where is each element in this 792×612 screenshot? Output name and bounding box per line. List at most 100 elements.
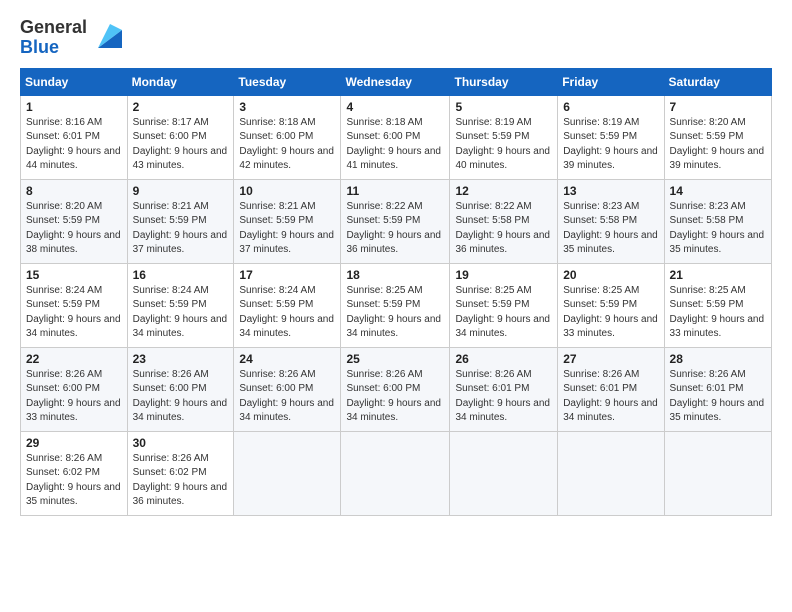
day-number: 9 bbox=[133, 184, 229, 198]
day-number: 2 bbox=[133, 100, 229, 114]
weekday-header-saturday: Saturday bbox=[664, 68, 771, 95]
day-number: 20 bbox=[563, 268, 658, 282]
day-info: Sunrise: 8:18 AMSunset: 6:00 PMDaylight:… bbox=[346, 117, 441, 172]
day-number: 3 bbox=[239, 100, 335, 114]
day-number: 19 bbox=[455, 268, 552, 282]
day-number: 6 bbox=[563, 100, 658, 114]
calendar-cell: 1 Sunrise: 8:16 AMSunset: 6:01 PMDaylight… bbox=[21, 95, 128, 179]
day-info: Sunrise: 8:17 AMSunset: 6:00 PMDaylight:… bbox=[133, 117, 228, 172]
logo-blue: Blue bbox=[20, 38, 87, 58]
day-info: Sunrise: 8:20 AMSunset: 5:59 PMDaylight:… bbox=[670, 117, 765, 172]
day-info: Sunrise: 8:26 AMSunset: 6:01 PMDaylight:… bbox=[563, 369, 658, 424]
day-info: Sunrise: 8:19 AMSunset: 5:59 PMDaylight:… bbox=[455, 117, 550, 172]
logo: General Blue bbox=[20, 18, 122, 58]
calendar-week-row: 22 Sunrise: 8:26 AMSunset: 6:00 PMDayligh… bbox=[21, 347, 772, 431]
header: General Blue bbox=[20, 18, 772, 58]
calendar-cell: 8 Sunrise: 8:20 AMSunset: 5:59 PMDaylight… bbox=[21, 179, 128, 263]
day-info: Sunrise: 8:22 AMSunset: 5:59 PMDaylight:… bbox=[346, 201, 441, 256]
day-info: Sunrise: 8:26 AMSunset: 6:01 PMDaylight:… bbox=[670, 369, 765, 424]
day-number: 14 bbox=[670, 184, 766, 198]
calendar-table: SundayMondayTuesdayWednesdayThursdayFrid… bbox=[20, 68, 772, 516]
day-info: Sunrise: 8:19 AMSunset: 5:59 PMDaylight:… bbox=[563, 117, 658, 172]
day-number: 22 bbox=[26, 352, 122, 366]
calendar-week-row: 29 Sunrise: 8:26 AMSunset: 6:02 PMDayligh… bbox=[21, 431, 772, 515]
day-number: 8 bbox=[26, 184, 122, 198]
day-number: 26 bbox=[455, 352, 552, 366]
calendar-cell: 6 Sunrise: 8:19 AMSunset: 5:59 PMDaylight… bbox=[558, 95, 664, 179]
calendar-week-row: 8 Sunrise: 8:20 AMSunset: 5:59 PMDaylight… bbox=[21, 179, 772, 263]
calendar-cell: 28 Sunrise: 8:26 AMSunset: 6:01 PMDayligh… bbox=[664, 347, 771, 431]
weekday-header-sunday: Sunday bbox=[21, 68, 128, 95]
weekday-header-friday: Friday bbox=[558, 68, 664, 95]
weekday-header-thursday: Thursday bbox=[450, 68, 558, 95]
calendar-cell bbox=[234, 431, 341, 515]
day-number: 24 bbox=[239, 352, 335, 366]
day-info: Sunrise: 8:23 AMSunset: 5:58 PMDaylight:… bbox=[670, 201, 765, 256]
calendar-cell: 10 Sunrise: 8:21 AMSunset: 5:59 PMDayligh… bbox=[234, 179, 341, 263]
day-info: Sunrise: 8:26 AMSunset: 6:01 PMDaylight:… bbox=[455, 369, 550, 424]
day-number: 25 bbox=[346, 352, 444, 366]
day-number: 23 bbox=[133, 352, 229, 366]
day-number: 13 bbox=[563, 184, 658, 198]
weekday-header-tuesday: Tuesday bbox=[234, 68, 341, 95]
calendar-cell: 23 Sunrise: 8:26 AMSunset: 6:00 PMDayligh… bbox=[127, 347, 234, 431]
calendar-week-row: 15Sunrise: 8:24 AMSunset: 5:59 PMDayligh… bbox=[21, 263, 772, 347]
calendar-cell: 19 Sunrise: 8:25 AMSunset: 5:59 PMDayligh… bbox=[450, 263, 558, 347]
day-info: Sunrise: 8:25 AMSunset: 5:59 PMDaylight:… bbox=[563, 285, 658, 340]
day-info: Sunrise: 8:26 AMSunset: 6:00 PMDaylight:… bbox=[239, 369, 334, 424]
day-number: 28 bbox=[670, 352, 766, 366]
day-number: 5 bbox=[455, 100, 552, 114]
day-number: 1 bbox=[26, 100, 122, 114]
calendar-cell bbox=[450, 431, 558, 515]
calendar-cell: 17 Sunrise: 8:24 AMSunset: 5:59 PMDayligh… bbox=[234, 263, 341, 347]
day-info: Sunrise: 8:25 AMSunset: 5:59 PMDaylight:… bbox=[455, 285, 550, 340]
day-info: Sunrise: 8:24 AMSunset: 5:59 PMDaylight:… bbox=[26, 285, 121, 340]
calendar-cell: 3 Sunrise: 8:18 AMSunset: 6:00 PMDaylight… bbox=[234, 95, 341, 179]
day-info: Sunrise: 8:18 AMSunset: 6:00 PMDaylight:… bbox=[239, 117, 334, 172]
calendar-cell: 12Sunrise: 8:22 AMSunset: 5:58 PMDayligh… bbox=[450, 179, 558, 263]
day-number: 21 bbox=[670, 268, 766, 282]
calendar-cell: 15Sunrise: 8:24 AMSunset: 5:59 PMDayligh… bbox=[21, 263, 128, 347]
day-number: 4 bbox=[346, 100, 444, 114]
calendar-cell: 29Sunrise: 8:26 AMSunset: 6:02 PMDayligh… bbox=[21, 431, 128, 515]
calendar-cell: 9Sunrise: 8:21 AMSunset: 5:59 PMDaylight… bbox=[127, 179, 234, 263]
weekday-header-monday: Monday bbox=[127, 68, 234, 95]
day-info: Sunrise: 8:25 AMSunset: 5:59 PMDaylight:… bbox=[670, 285, 765, 340]
page: General Blue SundayMondayTuesdayWednesda… bbox=[0, 0, 792, 612]
day-number: 10 bbox=[239, 184, 335, 198]
calendar-cell: 5 Sunrise: 8:19 AMSunset: 5:59 PMDaylight… bbox=[450, 95, 558, 179]
calendar-cell: 13 Sunrise: 8:23 AMSunset: 5:58 PMDayligh… bbox=[558, 179, 664, 263]
day-number: 18 bbox=[346, 268, 444, 282]
calendar-cell: 14 Sunrise: 8:23 AMSunset: 5:58 PMDayligh… bbox=[664, 179, 771, 263]
day-info: Sunrise: 8:26 AMSunset: 6:02 PMDaylight:… bbox=[133, 453, 228, 508]
calendar-cell: 16Sunrise: 8:24 AMSunset: 5:59 PMDayligh… bbox=[127, 263, 234, 347]
calendar-cell: 24 Sunrise: 8:26 AMSunset: 6:00 PMDayligh… bbox=[234, 347, 341, 431]
calendar-cell: 26 Sunrise: 8:26 AMSunset: 6:01 PMDayligh… bbox=[450, 347, 558, 431]
weekday-header-wednesday: Wednesday bbox=[341, 68, 450, 95]
day-info: Sunrise: 8:26 AMSunset: 6:00 PMDaylight:… bbox=[26, 369, 121, 424]
day-number: 17 bbox=[239, 268, 335, 282]
day-info: Sunrise: 8:24 AMSunset: 5:59 PMDaylight:… bbox=[239, 285, 334, 340]
day-number: 30 bbox=[133, 436, 229, 450]
day-number: 29 bbox=[26, 436, 122, 450]
day-info: Sunrise: 8:25 AMSunset: 5:59 PMDaylight:… bbox=[346, 285, 441, 340]
calendar-cell: 25 Sunrise: 8:26 AMSunset: 6:00 PMDayligh… bbox=[341, 347, 450, 431]
day-info: Sunrise: 8:20 AMSunset: 5:59 PMDaylight:… bbox=[26, 201, 121, 256]
day-number: 12 bbox=[455, 184, 552, 198]
day-info: Sunrise: 8:26 AMSunset: 6:00 PMDaylight:… bbox=[133, 369, 228, 424]
calendar-cell: 2 Sunrise: 8:17 AMSunset: 6:00 PMDaylight… bbox=[127, 95, 234, 179]
calendar-cell: 11Sunrise: 8:22 AMSunset: 5:59 PMDayligh… bbox=[341, 179, 450, 263]
day-info: Sunrise: 8:21 AMSunset: 5:59 PMDaylight:… bbox=[239, 201, 334, 256]
day-info: Sunrise: 8:24 AMSunset: 5:59 PMDaylight:… bbox=[133, 285, 228, 340]
calendar-cell: 27Sunrise: 8:26 AMSunset: 6:01 PMDayligh… bbox=[558, 347, 664, 431]
calendar-cell: 7Sunrise: 8:20 AMSunset: 5:59 PMDaylight… bbox=[664, 95, 771, 179]
day-info: Sunrise: 8:26 AMSunset: 6:00 PMDaylight:… bbox=[346, 369, 441, 424]
calendar-cell: 21 Sunrise: 8:25 AMSunset: 5:59 PMDayligh… bbox=[664, 263, 771, 347]
day-info: Sunrise: 8:23 AMSunset: 5:58 PMDaylight:… bbox=[563, 201, 658, 256]
day-info: Sunrise: 8:16 AMSunset: 6:01 PMDaylight:… bbox=[26, 117, 121, 172]
calendar-week-row: 1 Sunrise: 8:16 AMSunset: 6:01 PMDaylight… bbox=[21, 95, 772, 179]
calendar-cell: 20 Sunrise: 8:25 AMSunset: 5:59 PMDayligh… bbox=[558, 263, 664, 347]
calendar-cell: 18 Sunrise: 8:25 AMSunset: 5:59 PMDayligh… bbox=[341, 263, 450, 347]
calendar-cell bbox=[341, 431, 450, 515]
calendar-cell: 22 Sunrise: 8:26 AMSunset: 6:00 PMDayligh… bbox=[21, 347, 128, 431]
